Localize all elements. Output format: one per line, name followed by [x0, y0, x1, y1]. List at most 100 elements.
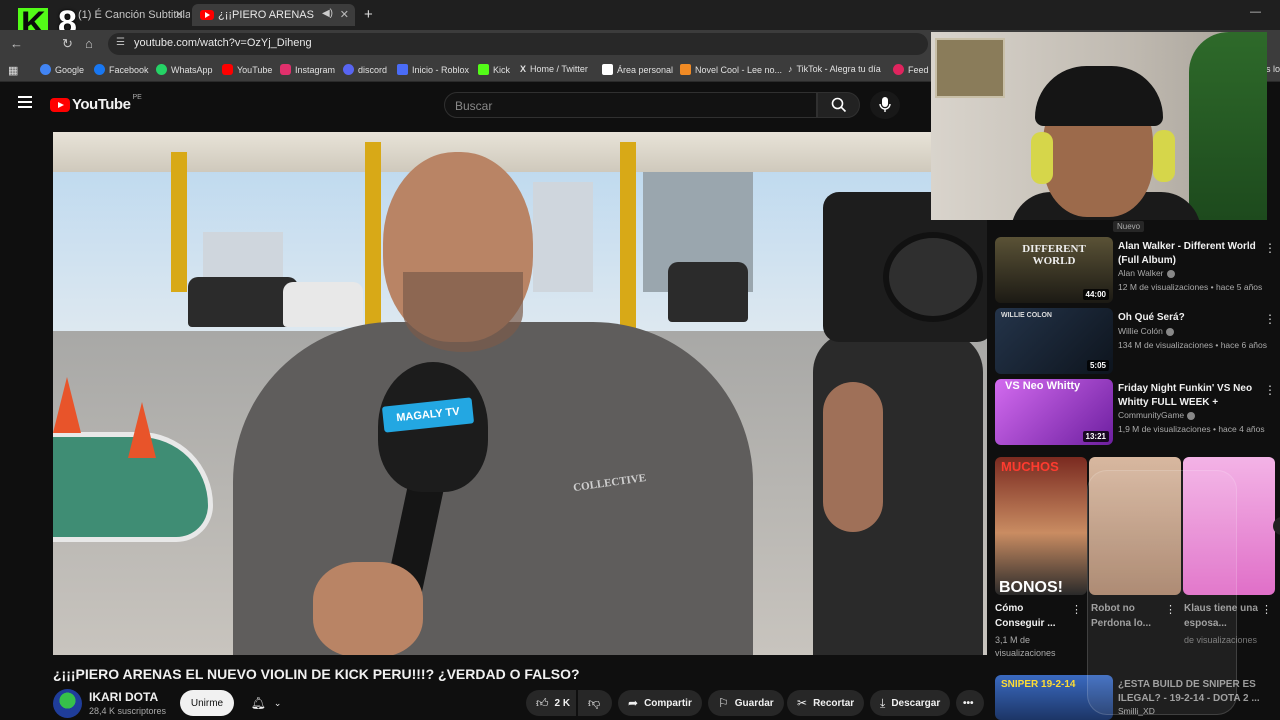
recommendation-item[interactable]: VS Neo Whitty 13:21 Friday Night Funkin'… [995, 379, 1280, 445]
new-tab-button[interactable]: + [364, 6, 373, 23]
duration-badge: 13:21 [1082, 431, 1109, 442]
bookmark-area-personal[interactable]: Área personal [602, 64, 673, 75]
dislike-button[interactable]: 👎︎ [578, 690, 612, 716]
bookmark-label: discord [358, 64, 388, 75]
bookmark-google[interactable]: Google [40, 64, 84, 75]
bookmark-roblox[interactable]: Inicio - Roblox [397, 64, 469, 75]
bookmark-feed[interactable]: Feed [893, 64, 929, 75]
bookmark-label: Feed [908, 64, 929, 75]
join-button[interactable]: Unirme [180, 690, 234, 716]
notification-button[interactable]: 🔔︎ ⌄ [242, 690, 290, 716]
search-input[interactable]: Buscar [444, 92, 817, 118]
video-hand [313, 562, 423, 655]
video-thumbnail[interactable]: WILLIE COLON 5:05 [995, 308, 1113, 374]
recommendation-title[interactable]: Friday Night Funkin' VS Neo Whitty FULL … [1118, 382, 1268, 410]
minimize-icon[interactable]: — [1250, 6, 1261, 18]
channel-name[interactable]: IKARI DOTA [89, 690, 158, 704]
feed-icon [893, 64, 904, 75]
recommendation-channel[interactable]: Willie Colón [1118, 326, 1174, 336]
recommendation-item[interactable]: DIFFERENT WORLD 44:00 Alan Walker - Diff… [995, 237, 1280, 303]
apps-grid-icon[interactable]: ▦ [8, 64, 18, 77]
video-man-body [233, 322, 753, 655]
close-tab-icon[interactable]: ✕ [340, 8, 349, 21]
video-thumbnail[interactable]: DIFFERENT WORLD 44:00 [995, 237, 1113, 303]
recommendation-channel[interactable]: Alan Walker [1118, 268, 1175, 278]
bookmark-label: Novel Cool - Lee no... [695, 64, 783, 75]
bookmark-discord[interactable]: discord [343, 64, 387, 75]
more-icon: ••• [963, 697, 974, 709]
views-label: 134 M de visualizaciones [1118, 340, 1213, 350]
recommendation-title[interactable]: Alan Walker - Different World (Full Albu… [1118, 240, 1268, 268]
voice-search-button[interactable] [870, 91, 900, 119]
more-icon[interactable]: ⋮ [1264, 383, 1276, 397]
video-camera-lens [883, 232, 983, 322]
tab-label: ¿¡¡PIERO ARENAS EL NUEV [218, 9, 314, 21]
duration-badge: 44:00 [1082, 289, 1109, 300]
webcam-overlay [931, 32, 1267, 220]
bookmark-label: Instagram [295, 64, 336, 75]
subscriber-count: 28,4 K suscriptores [89, 706, 167, 716]
more-icon[interactable]: ⋮ [1071, 603, 1082, 616]
avatar[interactable] [53, 689, 82, 718]
search-placeholder: Buscar [455, 99, 493, 113]
youtube-play-logo-icon [50, 97, 70, 112]
hamburger-icon[interactable] [18, 96, 32, 108]
share-button[interactable]: ➦ Compartir [618, 690, 702, 716]
recommendation-meta: 134 M de visualizaciones • hace 6 años [1118, 340, 1268, 350]
youtube-logo[interactable]: YouTube PE [50, 94, 142, 113]
clip-button[interactable]: ✂ Recortar [787, 690, 865, 716]
bell-icon: 🔔︎ [250, 696, 266, 710]
tab-youtube-video[interactable]: ¿¡¡PIERO ARENAS EL NUEV ◀) ✕ [192, 4, 355, 26]
more-icon[interactable]: ⋮ [1264, 312, 1276, 326]
age-label: hace 5 años [1215, 282, 1263, 292]
country-code: PE [132, 94, 142, 101]
bookmark-youtube[interactable]: YouTube [222, 64, 272, 75]
bookmark-facebook[interactable]: Facebook [94, 64, 149, 75]
download-label: Descargar [891, 697, 941, 709]
browser-tab-bar: (1) É Canción Subtitulada d ✕ ¿¡¡PIERO A… [0, 0, 1280, 44]
bookmark-twitter[interactable]: X Home / Twitter [520, 64, 588, 74]
recommendation-title[interactable]: Oh Qué Será? [1118, 311, 1268, 325]
bookmark-tiktok[interactable]: ♪ TikTok - Alegra tu día [788, 64, 881, 74]
bookmark-label: Facebook [109, 64, 149, 75]
bookmark-whatsapp[interactable]: WhatsApp [156, 64, 213, 75]
recommendation-channel[interactable]: CommunityGame [1118, 410, 1196, 420]
short-thumbnail[interactable]: MUCHOS BONOS! [995, 457, 1087, 595]
more-icon[interactable]: ⋮ [1261, 603, 1272, 616]
site-info-icon[interactable]: ☰ [116, 37, 125, 48]
bookmark-kick[interactable]: Kick [478, 64, 510, 75]
reload-icon[interactable]: ↻ [62, 36, 73, 52]
speaker-icon[interactable]: ◀) [322, 8, 333, 19]
instagram-icon [280, 64, 291, 75]
new-badge: Nuevo [1113, 221, 1145, 232]
close-tab-icon[interactable]: ✕ [175, 8, 184, 21]
back-icon[interactable]: ← [10, 36, 23, 51]
save-button[interactable]: ⚐ Guardar [708, 690, 784, 716]
video-player[interactable]: COLLECTIVE MAGALY TV [53, 132, 987, 655]
video-canopy [53, 132, 987, 172]
more-actions-button[interactable]: ••• [956, 690, 984, 716]
download-icon: ⤓ [880, 695, 886, 710]
search-button[interactable] [817, 92, 860, 118]
short-title[interactable]: Cómo Conseguir ... [995, 601, 1075, 631]
save-label: Guardar [734, 697, 774, 709]
headset-icon [1031, 132, 1053, 184]
novelcool-icon [680, 64, 691, 75]
more-icon[interactable]: ⋮ [1264, 241, 1276, 255]
bookmark-partial[interactable]: s lo [1266, 64, 1280, 74]
home-icon[interactable]: ⌂ [85, 36, 93, 51]
url-bar[interactable]: ☰ youtube.com/watch?v=OzYj_Diheng [108, 33, 928, 55]
short-views: 3,1 M de visualizaciones [995, 635, 1056, 658]
bookmark-instagram[interactable]: Instagram [280, 64, 335, 75]
bookmark-label: s lo [1266, 64, 1280, 74]
video-thumbnail[interactable]: VS Neo Whitty 13:21 [995, 379, 1113, 445]
tab-cancion[interactable]: (1) É Canción Subtitulada d ✕ [58, 4, 190, 26]
duration-badge: 5:05 [1086, 360, 1109, 371]
youtube-wordmark: YouTube [72, 96, 131, 113]
webcam-poster [935, 38, 1005, 98]
bookmark-novelcool[interactable]: Novel Cool - Lee no... [680, 64, 782, 75]
download-button[interactable]: ⤓ Descargar [870, 690, 951, 716]
video-pillar [620, 142, 636, 332]
recommendation-item[interactable]: WILLIE COLON 5:05 Oh Qué Será? Willie Co… [995, 308, 1280, 374]
like-button[interactable]: 👍︎ 2 K [526, 690, 576, 716]
